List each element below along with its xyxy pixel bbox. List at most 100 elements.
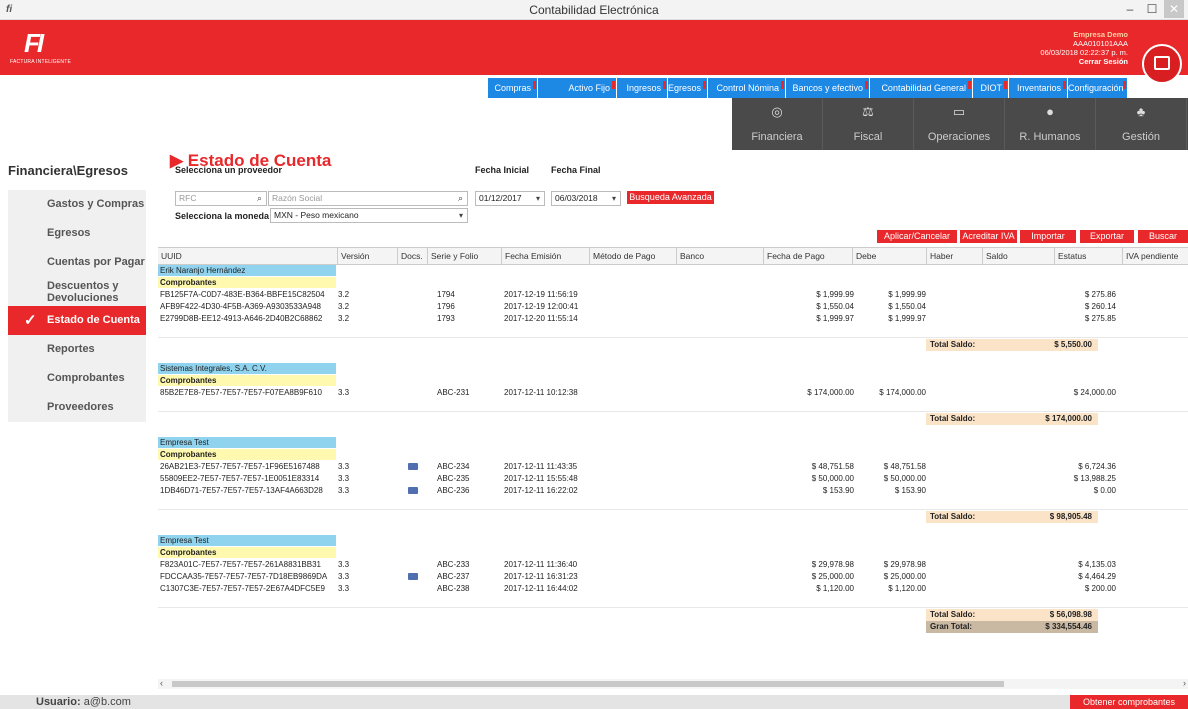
column-header-haber[interactable]: Haber [927,248,983,265]
fecha-inicial-input[interactable]: 01/12/2017 ▾ [475,191,545,206]
menu-item-egresos[interactable]: Egresos [668,78,708,98]
table-row[interactable]: 85B2E7E8-7E57-7E57-7E57-F07EA8B9F610 3.3 A… [158,387,1188,399]
menu-item-inventarios[interactable]: Inventarios [1009,78,1068,98]
column-header-fecha-emisi-n[interactable]: Fecha Emisión [502,248,590,265]
check-icon: ✓ [24,312,37,329]
module-operaciones[interactable]: ▭ Operaciones [914,98,1005,150]
busqueda-avanzada-button[interactable]: Busqueda Avanzada [627,191,714,204]
chevron-down-icon[interactable]: ▾ [612,192,616,205]
module-fiscal[interactable]: ⚖ Fiscal [823,98,914,150]
estado-cuenta-grid: UUID Versión Docs. Serie y Folio Fecha Emisi… [158,247,1188,677]
sidebar-item-proveedores[interactable]: Proveedores [8,393,146,422]
table-row[interactable]: E2799D8B-EE12-4913-A646-2D40B2C68862 3.2 1… [158,313,1188,325]
exportar-button[interactable]: Exportar [1080,230,1134,243]
table-row[interactable]: FDCCAA35-7E57-7E57-7E57-7D18EB9869DA 3.3 A… [158,571,1188,583]
maximize-button[interactable]: ☐ [1142,0,1162,18]
module-gesti-n[interactable]: ♣ Gestión [1096,98,1187,150]
rfc-input[interactable]: RFC ⌕ [175,191,267,206]
menu-item-compras[interactable]: Compras [488,78,538,98]
menu-item-control-n-mina[interactable]: Control Nómina [708,78,786,98]
chevron-down-icon[interactable]: ▾ [536,192,540,205]
scroll-thumb[interactable] [172,681,1004,687]
buscar-button[interactable]: Buscar [1138,230,1188,243]
folder-icon[interactable] [408,573,418,580]
comprobantes-subheader: Comprobantes [158,375,336,386]
table-row[interactable]: F823A01C-7E57-7E57-7E57-261A8831BB31 3.3 A… [158,559,1188,571]
column-header-versi-n[interactable]: Versión [338,248,398,265]
fecha-final-input[interactable]: 06/03/2018 ▾ [551,191,621,206]
column-header-uuid[interactable]: UUID [158,248,338,265]
company-name: Empresa Demo [1073,30,1128,39]
fecha-emision-cell: 2017-12-11 11:43:35 [504,462,578,471]
version-cell: 3.3 [338,388,350,397]
menu-item-label: Configuración [1068,83,1124,93]
column-header-docs-[interactable]: Docs. [398,248,428,265]
menu-item-configuraci-n[interactable]: Configuración [1068,78,1128,98]
column-header-estatus[interactable]: Estatus [1055,248,1123,265]
column-header-fecha-de-pago[interactable]: Fecha de Pago [764,248,853,265]
logout-link[interactable]: Cerrar Sesión [1040,57,1128,66]
acreditar-iva-button[interactable]: Acreditar IVA [960,230,1017,243]
total-saldo-value: $ 5,550.00 [1018,339,1098,351]
sidebar-item-descuentos-y-devoluciones[interactable]: Descuentos y Devoluciones [8,277,146,306]
sidebar-item-estado-de-cuenta[interactable]: ✓ Estado de Cuenta [8,306,146,335]
sidebar-item-reportes[interactable]: Reportes [8,335,146,364]
table-row[interactable]: 55809EE2-7E57-7E57-7E57-1E0051E83314 3.3 A… [158,473,1188,485]
sidebar-item-gastos-y-compras[interactable]: Gastos y Compras [8,190,146,219]
table-row[interactable]: 1DB46D71-7E57-7E57-7E57-13AF4A663D28 3.3 A… [158,485,1188,497]
module-financiera[interactable]: ◎ Financiera [732,98,823,150]
obtener-comprobantes-button[interactable]: Obtener comprobantes [1070,695,1188,709]
search-icon[interactable]: ⌕ [257,192,262,205]
menu-item-activo-fijo[interactable]: Activo Fijo [538,78,617,98]
sidebar-item-cuentas-por-pagar[interactable]: Cuentas por Pagar [8,248,146,277]
close-button[interactable]: ✕ [1164,0,1184,18]
scroll-left-icon[interactable]: ‹ [160,678,163,688]
column-header-m-todo-de-pago[interactable]: Método de Pago [590,248,677,265]
module-label: Gestión [1122,131,1160,143]
menu-item-diot[interactable]: DIOT [973,78,1009,98]
version-cell: 3.3 [338,584,350,593]
provider-group-header[interactable]: Empresa Test [158,535,336,546]
table-row[interactable]: AFB9F422-4D30-4F5B-A369-A9303533A948 3.2 1… [158,301,1188,313]
horizontal-scrollbar[interactable]: ‹ › [158,678,1188,689]
monitor-icon: ▭ [952,104,966,119]
column-header-saldo[interactable]: Saldo [983,248,1055,265]
provider-group-header[interactable]: Erik Naranjo Hernández [158,265,336,276]
column-header-banco[interactable]: Banco [677,248,764,265]
menu-item-ingresos[interactable]: Ingresos [617,78,668,98]
table-row[interactable]: 26AB21E3-7E57-7E57-7E57-1F96E5167488 3.3 A… [158,461,1188,473]
menu-item-label: Bancos y efectivo [792,83,863,93]
folder-icon[interactable] [408,487,418,494]
iva-pendiente-cell: $ 24,000.00 [1073,388,1116,397]
razon-social-input[interactable]: Razón Social ⌕ [268,191,468,206]
minimize-button[interactable]: – [1120,0,1140,18]
moneda-select[interactable]: MXN - Peso mexicano ▾ [270,208,468,223]
search-icon[interactable]: ⌕ [458,192,463,205]
aplicar-cancelar-button[interactable]: Aplicar/Cancelar [877,230,957,243]
fecha-emision-cell: 2017-12-11 16:22:02 [504,486,578,495]
person-icon: ● [1046,104,1054,119]
menu-item-label: Compras [494,83,531,93]
folder-icon[interactable] [408,463,418,470]
table-row[interactable]: C1307C3E-7E57-7E57-7E57-2E67A4DFC5E9 3.3 A… [158,583,1188,595]
uuid-cell: C1307C3E-7E57-7E57-7E57-2E67A4DFC5E9 [160,584,325,593]
provider-group-header[interactable]: Empresa Test [158,437,336,448]
menu-item-bancos-y-efectivo[interactable]: Bancos y efectivo [786,78,870,98]
column-header-iva-pendiente[interactable]: IVA pendiente [1123,248,1188,265]
menu-item-contabilidad-general[interactable]: Contabilidad General [870,78,973,98]
column-header-debe[interactable]: Debe [853,248,927,265]
version-cell: 3.3 [338,462,350,471]
column-header-serie-y-folio[interactable]: Serie y Folio [428,248,502,265]
module-label: Financiera [751,131,803,143]
chevron-down-icon[interactable]: ▾ [459,209,463,222]
table-row[interactable]: FB125F7A-C0D7-483E-B364-BBFE15C82504 3.2 1… [158,289,1188,301]
sidebar-item-comprobantes[interactable]: Comprobantes [8,364,146,393]
breadcrumb: Financiera\Egresos [8,163,128,178]
module-r-humanos[interactable]: ● R. Humanos [1005,98,1096,150]
menu-marker [533,81,536,89]
scroll-right-icon[interactable]: › [1183,678,1186,688]
sidebar-item-egresos[interactable]: Egresos [8,219,146,248]
provider-group-header[interactable]: Sistemas Integrales, S.A. C.V. [158,363,336,374]
org-chart-icon: ♣ [1136,104,1146,119]
importar-button[interactable]: Importar [1020,230,1076,243]
